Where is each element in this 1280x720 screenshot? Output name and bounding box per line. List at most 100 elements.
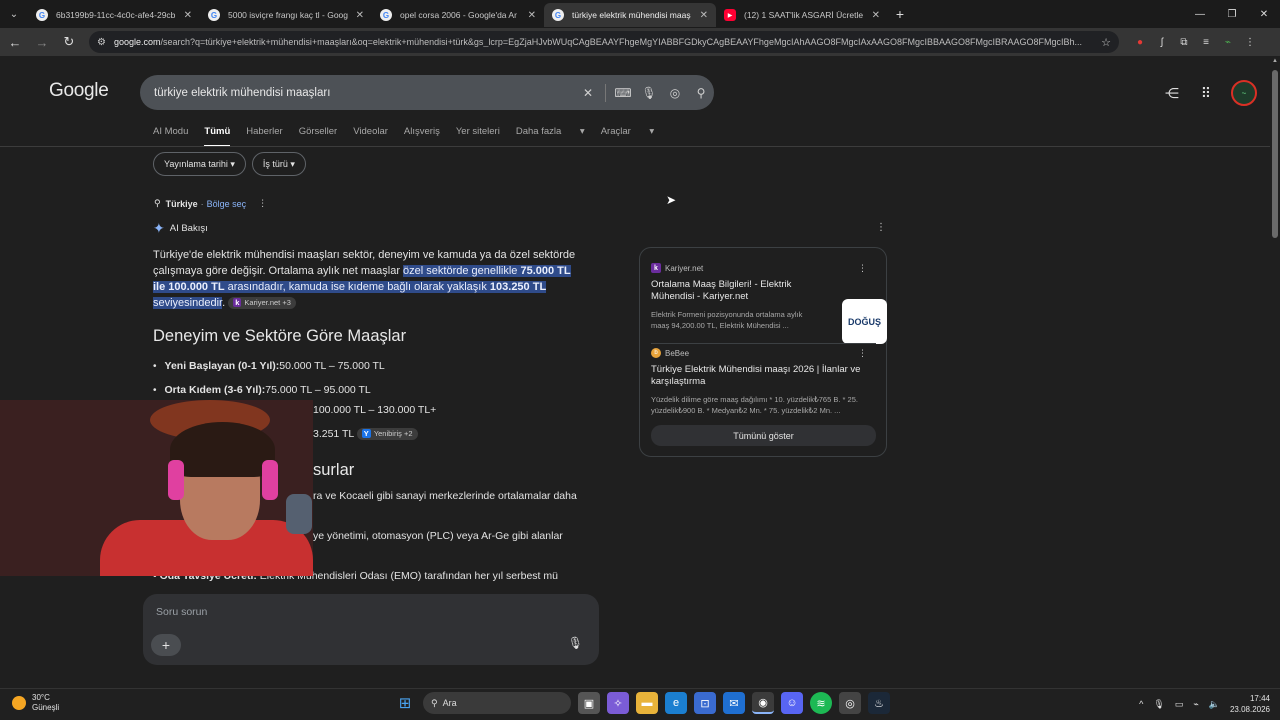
- maximize-icon[interactable]: ❐: [1216, 0, 1248, 28]
- file-explorer-icon[interactable]: ▬: [636, 692, 658, 714]
- avatar[interactable]: ~: [1231, 80, 1257, 106]
- source-pill[interactable]: k Kariyer.net +3: [228, 297, 296, 310]
- partial-value: 3.251 TL: [313, 428, 354, 440]
- close-tab-icon[interactable]: ✕: [872, 10, 880, 21]
- spotify-icon[interactable]: ≋: [810, 692, 832, 714]
- windows-start-icon[interactable]: ⊞: [394, 692, 416, 714]
- menu-icon[interactable]: ⋮: [1239, 31, 1261, 53]
- tray-expand-icon[interactable]: ^: [1139, 699, 1143, 709]
- obs-icon[interactable]: ◎: [839, 692, 861, 714]
- source-title[interactable]: Ortalama Maaş Bilgileri! - Elektrik Mühe…: [651, 279, 821, 303]
- header-actions: ⋲ ⠿ ~: [1163, 80, 1257, 106]
- more-options-icon[interactable]: ⋮: [876, 222, 886, 233]
- divider: [605, 83, 606, 102]
- weather-status: Güneşli: [32, 703, 60, 712]
- close-tab-icon[interactable]: ✕: [184, 10, 192, 21]
- scrollbar[interactable]: [1272, 70, 1278, 238]
- store-icon[interactable]: ⊡: [694, 692, 716, 714]
- close-tab-icon[interactable]: ✕: [356, 10, 364, 21]
- browser-tab-3[interactable]: Gopel corsa 2006 - Google'da Ar ✕: [372, 3, 544, 27]
- source-title[interactable]: Türkiye Elektrik Mühendisi maaşı 2026 | …: [651, 364, 877, 388]
- copilot-icon[interactable]: ✧: [607, 692, 629, 714]
- new-tab-button[interactable]: +: [888, 6, 912, 22]
- apps-grid-icon[interactable]: ⠿: [1197, 85, 1215, 102]
- address-bar[interactable]: ⚙ google.com/search?q=türkiye+elektrik+m…: [89, 31, 1119, 53]
- tab-all[interactable]: Tümü: [204, 126, 231, 147]
- share-icon[interactable]: ⋲: [1163, 85, 1181, 102]
- clear-icon[interactable]: ✕: [575, 86, 601, 100]
- edge-icon[interactable]: e: [665, 692, 687, 714]
- browser-tab-1[interactable]: G 6b3199b9-11cc-4c0c-afe4-29cb ✕: [28, 3, 200, 27]
- close-tab-icon[interactable]: ✕: [700, 10, 708, 21]
- source-card-1[interactable]: k Kariyer.net ⋮ Ortalama Maaş Bilgileri! …: [651, 263, 887, 344]
- extensions-puzzle-icon[interactable]: ⧉: [1173, 31, 1195, 53]
- weather-temp: 30°C: [32, 693, 50, 702]
- choose-region-link[interactable]: Bölge seç: [207, 199, 247, 209]
- profile-extension-icon[interactable]: ⌁: [1217, 31, 1239, 53]
- source-thumbnail[interactable]: DOĞUŞ: [842, 299, 887, 344]
- display-icon[interactable]: ▭: [1175, 699, 1184, 710]
- tab-ai-mode[interactable]: AI Modu: [153, 126, 188, 147]
- tab-strip: ⌄ G 6b3199b9-11cc-4c0c-afe4-29cb ✕ G 5000 i…: [0, 0, 1280, 28]
- tab-images[interactable]: Görseller: [299, 126, 338, 147]
- network-icon[interactable]: ⌁: [1193, 699, 1198, 710]
- tab-shopping[interactable]: Alışveriş: [404, 126, 440, 147]
- mail-icon[interactable]: ✉: [723, 692, 745, 714]
- discord-icon[interactable]: ☺: [781, 692, 803, 714]
- extension-red-icon[interactable]: ●: [1129, 31, 1151, 53]
- reading-list-icon[interactable]: ≡: [1195, 31, 1217, 53]
- show-all-button[interactable]: Tümünü göster: [651, 425, 876, 446]
- mic-icon[interactable]: 🎙: [568, 636, 583, 650]
- more-options-icon[interactable]: ⋮: [858, 263, 867, 274]
- add-icon[interactable]: +: [151, 634, 181, 656]
- close-window-icon[interactable]: ✕: [1248, 0, 1280, 28]
- close-tab-icon[interactable]: ✕: [528, 10, 536, 21]
- extension-s-icon[interactable]: ʃ: [1151, 31, 1173, 53]
- chip-job-type[interactable]: İş türü ▾: [251, 152, 306, 176]
- search-icon[interactable]: ⚲: [688, 86, 714, 100]
- source-card-2[interactable]: b BeBee ⋮ Türkiye Elektrik Mühendisi maaş…: [651, 348, 877, 416]
- tab-news[interactable]: Haberler: [246, 126, 282, 147]
- chip-publish-date[interactable]: Yayınlama tarihi ▾: [153, 152, 246, 176]
- taskbar-search-label: Ara: [442, 698, 457, 708]
- chrome-icon[interactable]: ◉: [752, 692, 774, 714]
- browser-tab-5[interactable]: ▶ (12) 1 SAAT'lik ASGARİ Ücretle İ ✕: [716, 3, 888, 27]
- voice-search-icon[interactable]: 🎙: [636, 86, 662, 100]
- source-pill[interactable]: Y Yenibiriş +2: [356, 428, 418, 441]
- scroll-up-icon[interactable]: ▲: [1272, 58, 1278, 64]
- task-view-icon[interactable]: ▣: [578, 692, 600, 714]
- item-label: Orta Kıdem (3-6 Yıl):: [164, 384, 266, 396]
- chip-label: İş türü: [262, 159, 288, 169]
- volume-icon[interactable]: 🔈: [1209, 699, 1220, 710]
- bookmark-star-icon[interactable]: ☆: [1101, 36, 1111, 49]
- search-box[interactable]: türkiye elektrik mühendisi maaşları ✕ ⌨ …: [140, 75, 714, 110]
- tab-places[interactable]: Yer siteleri: [456, 126, 500, 147]
- more-options-icon[interactable]: ⋮: [858, 348, 867, 359]
- browser-tab-2[interactable]: G 5000 isviçre frangı kaç tl - Goog ✕: [200, 3, 372, 27]
- taskbar-search[interactable]: ⚲ Ara: [423, 692, 571, 714]
- weather-widget[interactable]: 30°C Güneşli: [12, 693, 59, 713]
- back-icon[interactable]: ←: [3, 30, 27, 54]
- ask-input[interactable]: Soru sorun: [156, 606, 207, 618]
- more-options-icon[interactable]: ⋮: [258, 198, 267, 209]
- tab-videos[interactable]: Videolar: [353, 126, 388, 147]
- search-results-page: Google türkiye elektrik mühendisi maaşla…: [0, 56, 1280, 688]
- browser-tab-active[interactable]: Gtürkiye elektrik mühendisi maaş ✕: [544, 3, 716, 27]
- search-input[interactable]: türkiye elektrik mühendisi maaşları: [154, 87, 575, 99]
- site-info-icon[interactable]: ⚙: [97, 37, 106, 48]
- minimize-icon[interactable]: —: [1184, 0, 1216, 28]
- forward-icon[interactable]: →: [30, 30, 54, 54]
- lens-icon[interactable]: ◎: [662, 86, 688, 100]
- tab-more[interactable]: Daha fazla ▾: [516, 126, 585, 147]
- tab-tools[interactable]: Araçlar ▾: [601, 126, 655, 147]
- steam-icon[interactable]: ♨: [868, 692, 890, 714]
- overview-highlight: özel sektörde genellikle: [403, 265, 521, 277]
- taskbar-apps: ⊞ ⚲ Ara ▣ ✧ ▬ e ⊡ ✉ ◉ ☺ ≋ ◎ ♨: [394, 692, 890, 714]
- reload-icon[interactable]: ↻: [57, 30, 81, 54]
- mic-tray-icon[interactable]: 🎙: [1153, 699, 1164, 710]
- google-logo[interactable]: Google: [49, 80, 109, 102]
- ask-box[interactable]: Soru sorun + 🎙: [143, 594, 599, 665]
- tab-search-icon[interactable]: ⌄: [0, 0, 28, 28]
- keyboard-icon[interactable]: ⌨: [610, 86, 636, 100]
- clock[interactable]: 17:44 23.08.2026: [1230, 693, 1270, 715]
